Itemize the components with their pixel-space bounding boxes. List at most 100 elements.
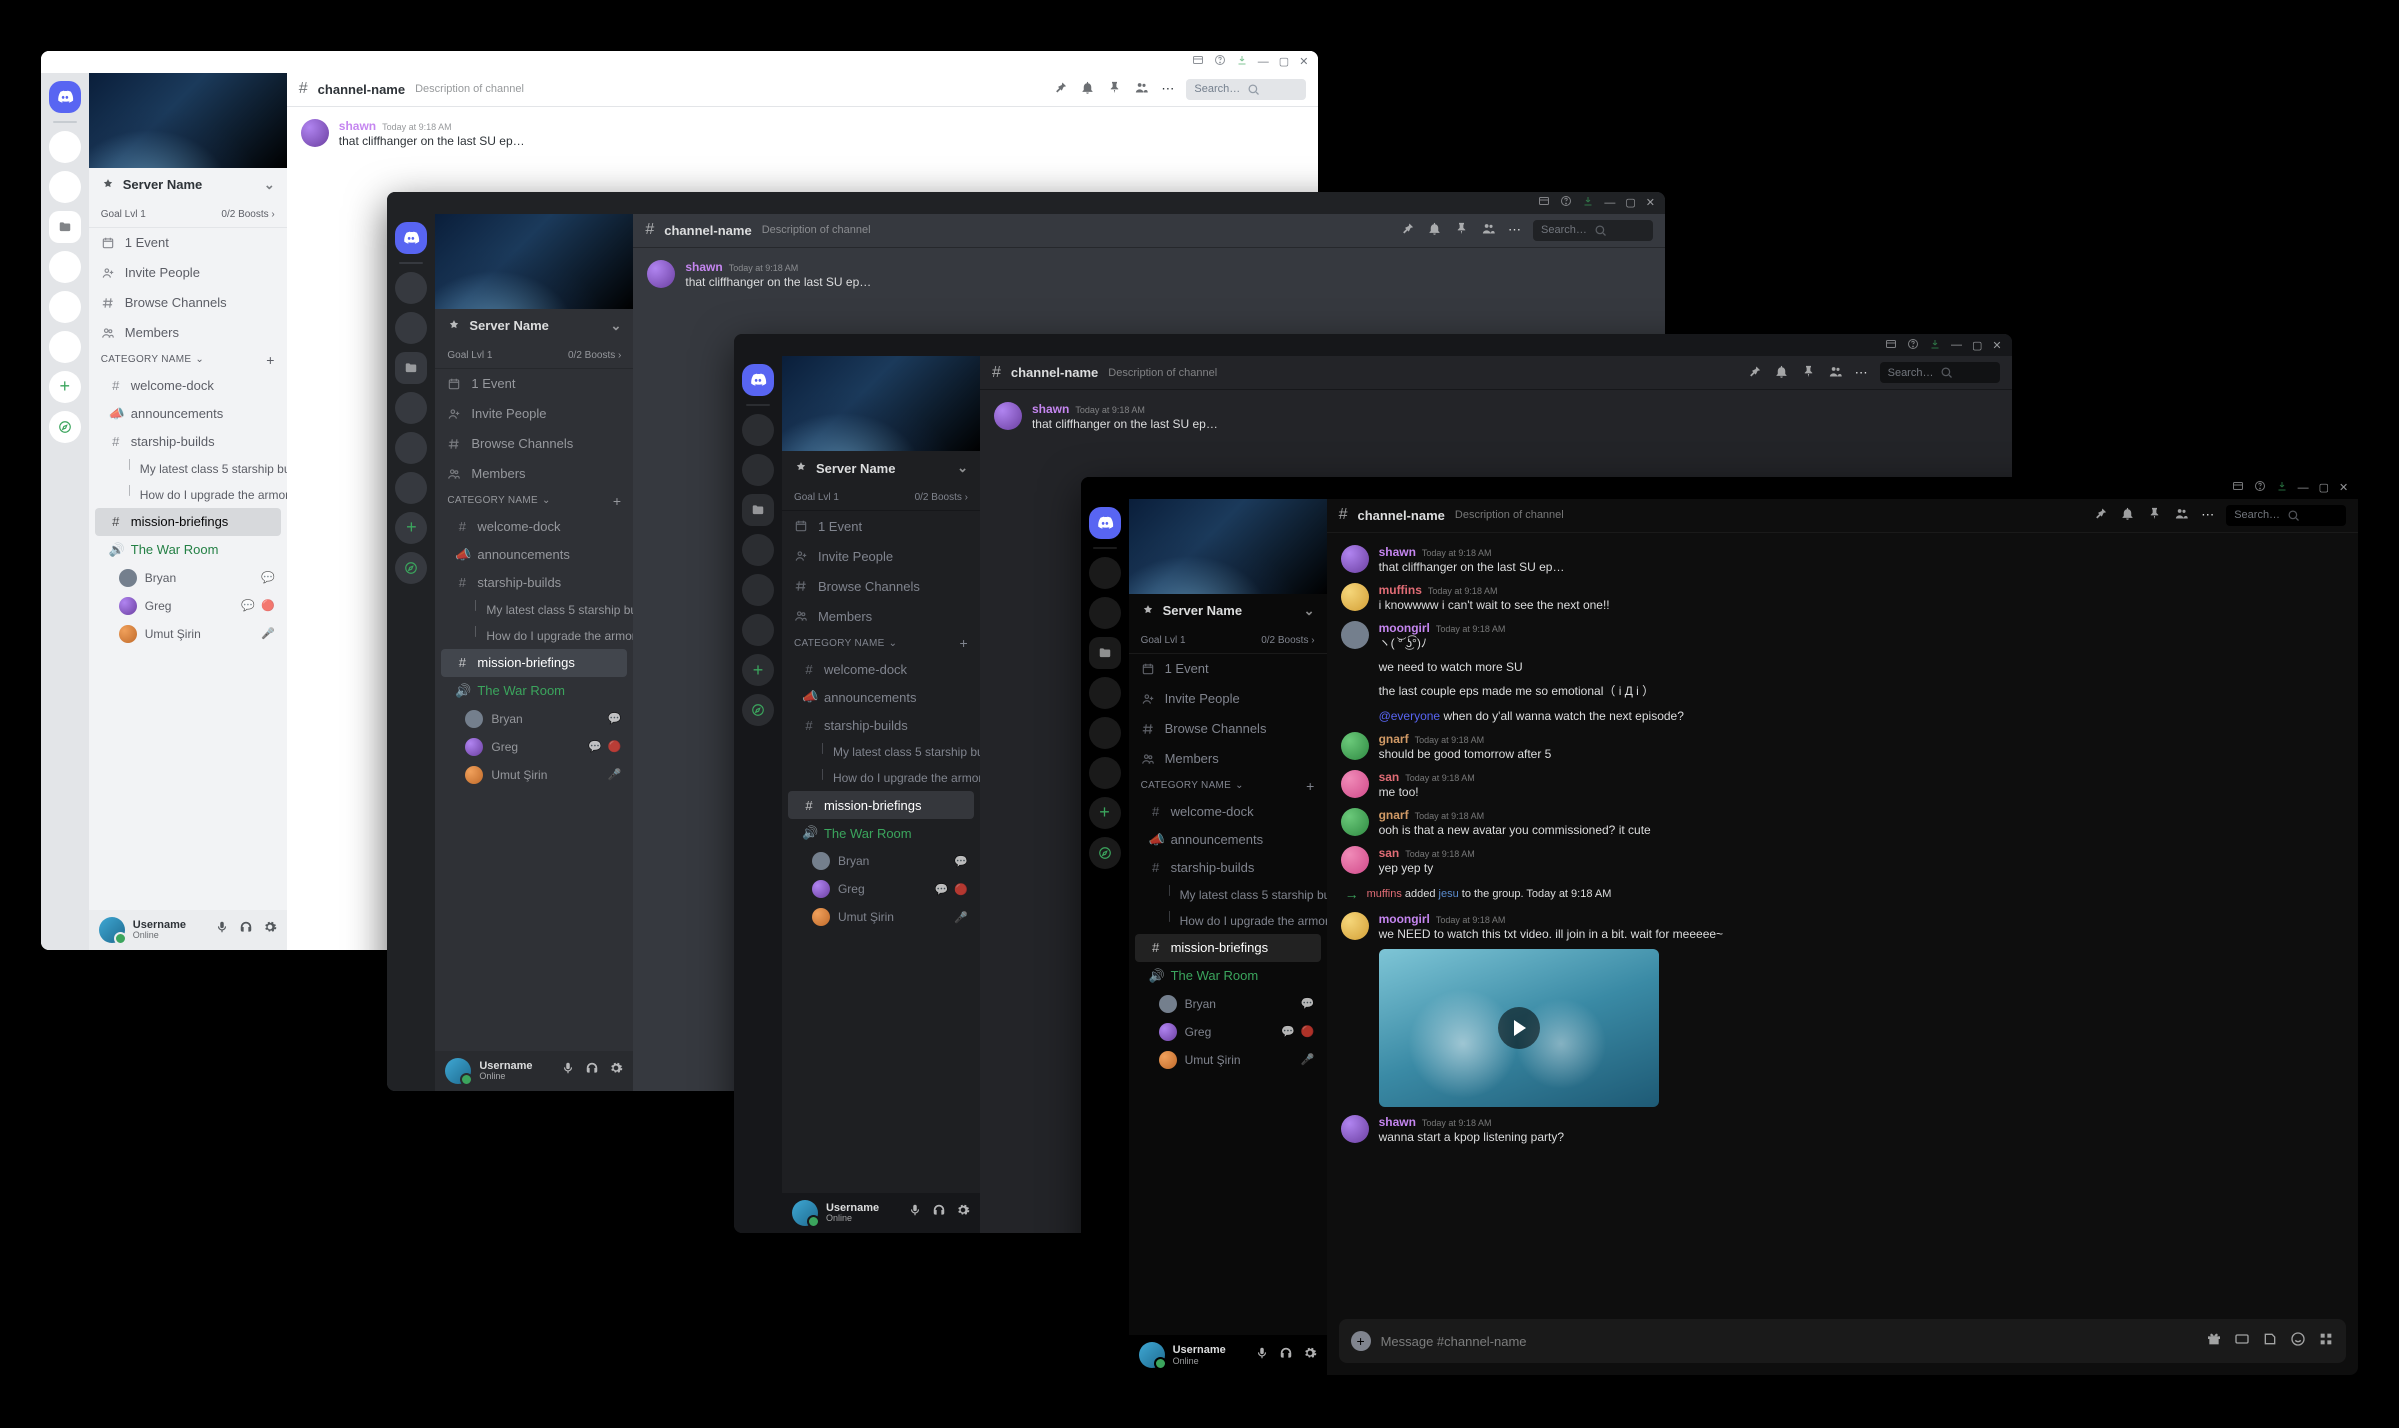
close-icon[interactable]: ✕	[1646, 196, 1655, 209]
bell-icon[interactable]	[1080, 80, 1095, 98]
voice-user[interactable]: Greg💬🔴	[435, 733, 633, 761]
channel-welcome[interactable]: #welcome-dock	[788, 655, 974, 683]
voice-user[interactable]: Bryan💬	[1129, 990, 1327, 1018]
members-icon[interactable]	[1134, 80, 1149, 98]
channel-welcome[interactable]: #welcome-dock	[1135, 798, 1321, 826]
category-header[interactable]: Category Name⌄+	[782, 631, 980, 655]
headphones-icon[interactable]	[932, 1203, 946, 1222]
thread-item[interactable]: How do I upgrade the armor…	[435, 623, 633, 649]
guild-item[interactable]	[49, 131, 81, 163]
guild-item[interactable]	[395, 272, 427, 304]
download-icon[interactable]	[1929, 338, 1941, 353]
play-icon[interactable]	[1498, 1007, 1540, 1049]
thread-item[interactable]: My latest class 5 starship bui…	[435, 597, 633, 623]
channel-starship[interactable]: #starship-builds	[788, 711, 974, 739]
channel-announcements[interactable]: 📣announcements	[95, 400, 281, 428]
bell-icon[interactable]	[1427, 221, 1442, 239]
bell-icon[interactable]	[1774, 364, 1789, 382]
nav-invite[interactable]: Invite People	[782, 541, 980, 571]
headphones-icon[interactable]	[1279, 1346, 1293, 1365]
mic-icon[interactable]	[908, 1203, 922, 1222]
folder-icon[interactable]	[49, 211, 81, 243]
headphones-icon[interactable]	[585, 1061, 599, 1080]
nav-members[interactable]: Members	[435, 459, 633, 489]
channel-war-room[interactable]: 🔊The War Room	[441, 677, 627, 705]
voice-user[interactable]: Umut Şirin🎤	[782, 903, 980, 931]
pinned-icon[interactable]	[1801, 364, 1816, 382]
channel-mission[interactable]: #mission-briefings	[1135, 934, 1321, 962]
message-author[interactable]: san	[1379, 770, 1400, 784]
channel-mission[interactable]: #mission-briefings	[788, 791, 974, 819]
add-channel-icon[interactable]: +	[959, 635, 967, 651]
nav-events[interactable]: 1 Event	[782, 511, 980, 541]
channel-mission[interactable]: #mission-briefings	[441, 649, 627, 677]
add-server-icon[interactable]: +	[395, 512, 427, 544]
system-target[interactable]: jesu	[1439, 888, 1459, 900]
attach-icon[interactable]: +	[1351, 1331, 1371, 1351]
voice-user[interactable]: Bryan💬	[782, 847, 980, 875]
pin-icon[interactable]	[1053, 80, 1068, 98]
channel-welcome[interactable]: #welcome-dock	[95, 372, 281, 400]
nav-browse[interactable]: Browse Channels	[435, 429, 633, 459]
more-icon[interactable]: ⋯	[2201, 507, 2214, 523]
guild-item[interactable]	[395, 432, 427, 464]
channel-war-room[interactable]: 🔊The War Room	[95, 536, 281, 564]
more-icon[interactable]: ⋯	[1855, 365, 1868, 381]
system-actor[interactable]: muffins	[1367, 888, 1402, 900]
inbox-icon[interactable]	[2232, 480, 2244, 495]
nav-members[interactable]: Members	[89, 318, 287, 348]
members-icon[interactable]	[1828, 364, 1843, 382]
add-server-icon[interactable]: +	[742, 654, 774, 686]
server-header[interactable]: Server Name ⌄	[89, 168, 287, 202]
search-input[interactable]: Search…	[1533, 220, 1653, 241]
inbox-icon[interactable]	[1538, 195, 1550, 210]
gear-icon[interactable]	[1303, 1346, 1317, 1365]
minimize-icon[interactable]: —	[1258, 56, 1269, 68]
self-avatar[interactable]	[99, 917, 125, 943]
message-author[interactable]: muffins	[1379, 583, 1422, 597]
pin-icon[interactable]	[2093, 506, 2108, 524]
channel-war-room[interactable]: 🔊The War Room	[1135, 962, 1321, 990]
message-author[interactable]: moongirl	[1379, 621, 1430, 635]
nav-members[interactable]: Members	[782, 601, 980, 631]
self-avatar[interactable]	[1139, 1342, 1165, 1368]
add-channel-icon[interactable]: +	[613, 493, 621, 509]
message-author[interactable]: shawn	[1032, 402, 1069, 416]
guild-item[interactable]	[49, 171, 81, 203]
category-header[interactable]: Category Name⌄+	[1129, 774, 1327, 798]
guild-item[interactable]	[1089, 717, 1121, 749]
self-avatar[interactable]	[792, 1200, 818, 1226]
explore-icon[interactable]	[395, 552, 427, 584]
thread-item[interactable]: How do I upgrade the armor…	[1129, 908, 1327, 934]
channel-mission[interactable]: #mission-briefings	[95, 508, 281, 536]
pin-icon[interactable]	[1747, 364, 1762, 382]
video-embed[interactable]	[1379, 949, 1659, 1107]
guild-item[interactable]	[742, 534, 774, 566]
add-server-icon[interactable]: +	[49, 371, 81, 403]
gear-icon[interactable]	[956, 1203, 970, 1222]
download-icon[interactable]	[1582, 195, 1594, 210]
guild-item[interactable]	[1089, 557, 1121, 589]
mic-icon[interactable]	[215, 920, 229, 939]
sticker-icon[interactable]	[2262, 1331, 2278, 1352]
maximize-icon[interactable]: ▢	[2319, 481, 2329, 494]
server-header[interactable]: Server Name ⌄	[1129, 594, 1327, 628]
minimize-icon[interactable]: —	[1951, 339, 1962, 351]
minimize-icon[interactable]: —	[1604, 197, 1615, 209]
message-input[interactable]: + Message #channel-name	[1339, 1319, 2347, 1363]
search-input[interactable]: Search…	[1880, 362, 2000, 383]
explore-icon[interactable]	[1089, 837, 1121, 869]
nav-browse[interactable]: Browse Channels	[89, 288, 287, 318]
thread-item[interactable]: My latest class 5 starship bui…	[89, 456, 287, 482]
add-server-icon[interactable]: +	[1089, 797, 1121, 829]
guild-item[interactable]	[395, 312, 427, 344]
channel-war-room[interactable]: 🔊The War Room	[788, 819, 974, 847]
voice-user[interactable]: Umut Şirin🎤	[89, 620, 287, 648]
message-author[interactable]: moongirl	[1379, 912, 1430, 926]
folder-icon[interactable]	[742, 494, 774, 526]
guild-item[interactable]	[742, 614, 774, 646]
thread-item[interactable]: My latest class 5 starship bui…	[1129, 882, 1327, 908]
voice-user[interactable]: Umut Şirin🎤	[435, 761, 633, 789]
pin-icon[interactable]	[1400, 221, 1415, 239]
server-header[interactable]: Server Name ⌄	[782, 451, 980, 485]
